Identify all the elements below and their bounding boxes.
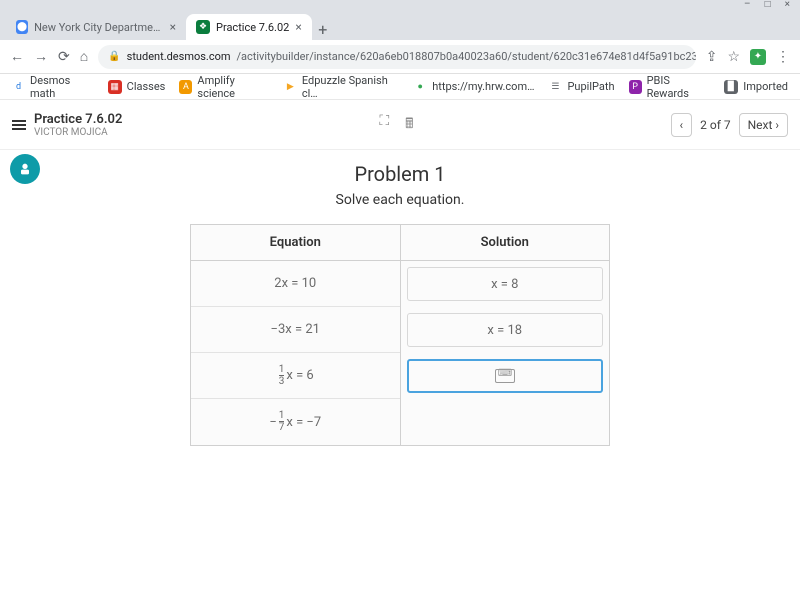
browser-menu-icon[interactable]: ⋮	[776, 49, 790, 65]
keyboard-icon[interactable]	[495, 369, 515, 383]
column-header-solution: Solution	[401, 225, 610, 261]
solution-input-active[interactable]	[407, 359, 604, 393]
bookmark-label: Edpuzzle Spanish cl…	[302, 74, 399, 100]
bookmark-favicon: d	[12, 80, 25, 94]
url-host: student.desmos.com	[127, 50, 231, 63]
equation-cell: − 17 x = −7	[191, 399, 400, 445]
bookmark-label: Classes	[127, 80, 166, 93]
bookmark-favicon: ▦	[108, 80, 122, 94]
prev-screen-button[interactable]: ‹	[671, 113, 693, 137]
bookmark-item[interactable]: P PBIS Rewards	[629, 74, 711, 100]
bookmark-item[interactable]: ▦ Classes	[108, 80, 166, 94]
bookmark-label: Amplify science	[197, 74, 269, 100]
next-screen-button[interactable]: Next ›	[739, 113, 788, 137]
equation-cell: 2x = 10	[191, 261, 400, 307]
window-titlebar: – □ ×	[0, 0, 800, 8]
bookmark-favicon: ☰	[548, 80, 562, 94]
equation-column: Equation 2x = 10 −3x = 21 13 x = 6 − 17 …	[191, 225, 400, 445]
equation-table: Equation 2x = 10 −3x = 21 13 x = 6 − 17 …	[190, 224, 610, 446]
extension-icon[interactable]: ✦	[750, 49, 766, 65]
solution-input[interactable]: x = 8	[407, 267, 604, 301]
bookmark-label: Desmos math	[30, 74, 94, 100]
tab-favicon: ⬤	[16, 20, 28, 34]
bookmark-favicon: ▶	[284, 80, 297, 94]
browser-tab-active[interactable]: ❖ Practice 7.6.02 ×	[186, 14, 312, 40]
bookmark-label: PupilPath	[567, 80, 614, 93]
tab-label: New York City Department of E	[34, 21, 164, 34]
bookmark-favicon: ●	[413, 80, 427, 94]
student-name: VICTOR MOJICA	[34, 127, 122, 138]
forward-button[interactable]: →	[34, 48, 48, 65]
bookmarks-bar: d Desmos math ▦ Classes A Amplify science ▶…	[0, 74, 800, 100]
menu-icon[interactable]	[12, 120, 26, 130]
bookmark-favicon: A	[179, 80, 192, 94]
problem-instruction: Solve each equation.	[60, 192, 740, 208]
solution-column: Solution x = 8 x = 18	[400, 225, 610, 445]
screen-position: 2 of 7	[700, 118, 730, 132]
equation-cell: 13 x = 6	[191, 353, 400, 399]
reload-button[interactable]: ⟳	[58, 49, 70, 65]
robot-icon	[17, 161, 33, 177]
bookmark-star-icon[interactable]: ☆	[727, 49, 740, 65]
url-path: /activitybuilder/instance/620a6eb018807b…	[237, 50, 696, 63]
tab-strip: ⬤ New York City Department of E × ❖ Prac…	[0, 8, 800, 40]
equation-cell: −3x = 21	[191, 307, 400, 353]
share-icon[interactable]: ⇪	[706, 49, 718, 65]
bookmark-label: Imported	[743, 80, 788, 93]
solution-input[interactable]: x = 18	[407, 313, 604, 347]
browser-tab[interactable]: ⬤ New York City Department of E ×	[6, 14, 186, 40]
activity-header: Practice 7.6.02 VICTOR MOJICA ⛶ 🖩 ‹ 2 of…	[0, 100, 800, 150]
calculator-icon[interactable]: 🖩	[405, 113, 413, 137]
page-content: Practice 7.6.02 VICTOR MOJICA ⛶ 🖩 ‹ 2 of…	[0, 100, 800, 600]
browser-toolbar: ← → ⟳ ⌂ 🔒 student.desmos.com/activitybui…	[0, 40, 800, 74]
avatar[interactable]	[10, 154, 40, 184]
new-tab-button[interactable]: +	[312, 18, 334, 40]
bookmark-item[interactable]: ● https://my.hrw.com…	[413, 80, 534, 94]
folder-icon: ▉	[724, 80, 738, 94]
back-button[interactable]: ←	[10, 48, 24, 65]
tab-label: Practice 7.6.02	[216, 21, 289, 34]
close-tab-icon[interactable]: ×	[170, 20, 176, 34]
close-tab-icon[interactable]: ×	[295, 20, 301, 34]
bookmark-label: https://my.hrw.com…	[432, 80, 534, 93]
problem-title: Problem 1	[60, 162, 740, 186]
bookmark-item[interactable]: A Amplify science	[179, 74, 269, 100]
lock-icon: 🔒	[108, 51, 120, 62]
bookmark-item[interactable]: ▶ Edpuzzle Spanish cl…	[284, 74, 399, 100]
bookmark-folder[interactable]: ▉ Imported	[724, 80, 788, 94]
home-button[interactable]: ⌂	[80, 48, 88, 65]
bookmark-item[interactable]: d Desmos math	[12, 74, 94, 100]
bookmark-label: PBIS Rewards	[647, 74, 711, 100]
fullscreen-icon[interactable]: ⛶	[379, 113, 389, 137]
bookmark-item[interactable]: ☰ PupilPath	[548, 80, 614, 94]
bookmark-favicon: P	[629, 80, 642, 94]
activity-title: Practice 7.6.02	[34, 112, 122, 127]
address-bar[interactable]: 🔒 student.desmos.com/activitybuilder/ins…	[98, 45, 696, 69]
tab-favicon: ❖	[196, 20, 210, 34]
column-header-equation: Equation	[191, 225, 400, 261]
